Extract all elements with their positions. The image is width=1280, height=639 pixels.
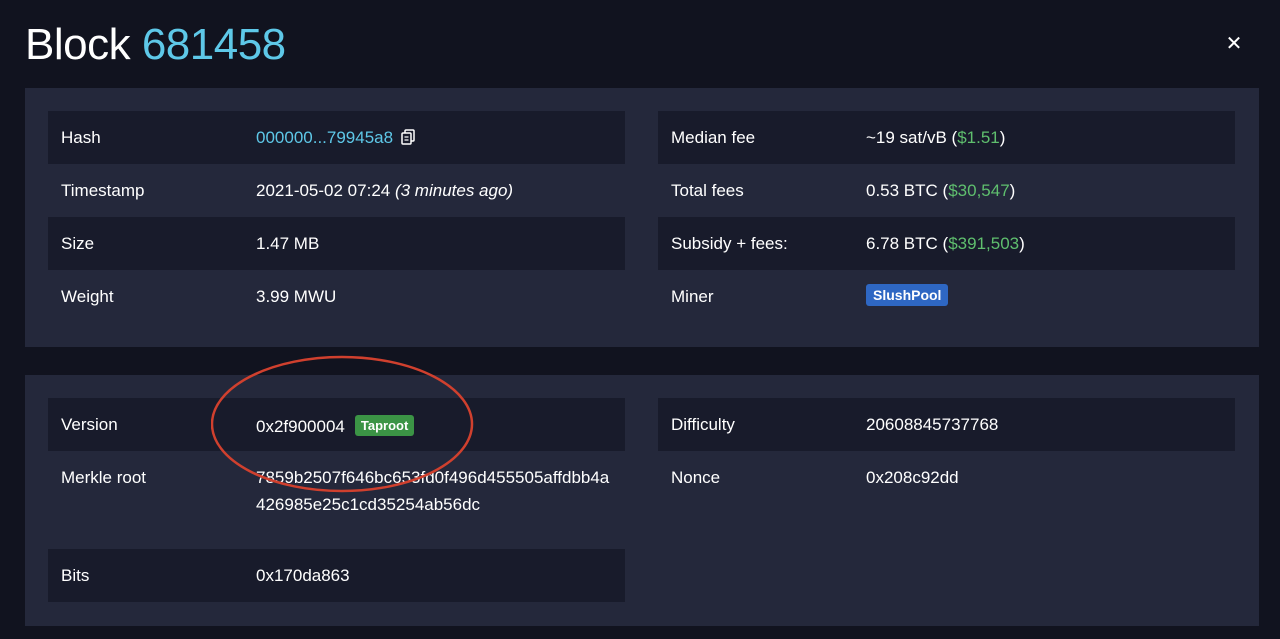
total-fees-label: Total fees [671, 181, 744, 200]
details-right-table: Difficulty 20608845737768 Nonce 0x208c92… [658, 398, 1235, 504]
page-title: Block 681458 [25, 18, 286, 72]
weight-label: Weight [61, 287, 114, 306]
median-fee-row: Median fee ~19 sat/vB ($1.51) [658, 111, 1235, 164]
copy-icon[interactable] [401, 129, 416, 150]
merkle-root-value: 7859b2507f646bc653fd0f496d455505affdbb4a… [256, 468, 610, 514]
difficulty-value: 20608845737768 [866, 415, 999, 434]
row-spacer [48, 523, 625, 549]
timestamp-value: 2021-05-02 07:24 [256, 181, 391, 200]
merkle-root-label: Merkle root [61, 468, 147, 487]
details-left-table: Version 0x2f900004 Taproot Merkle root 78… [48, 398, 625, 602]
subsidy-value: 6.78 BTC [866, 234, 938, 253]
total-fees-fiat: $30,547 [948, 181, 1010, 200]
difficulty-label: Difficulty [671, 415, 735, 434]
overview-left-table: Hash 000000...79945a8 Timestamp 2021-05-… [48, 111, 625, 323]
miner-value-cell: SlushPool [866, 284, 949, 307]
nonce-value: 0x208c92dd [866, 468, 959, 487]
subsidy-row: Subsidy + fees: 6.78 BTC ($391,503) [658, 217, 1235, 270]
bits-value: 0x170da863 [256, 566, 350, 585]
version-label: Version [61, 415, 118, 434]
bits-row: Bits 0x170da863 [48, 549, 625, 602]
miner-label: Miner [671, 287, 714, 306]
difficulty-row: Difficulty 20608845737768 [658, 398, 1235, 451]
timestamp-row: Timestamp 2021-05-02 07:24 (3 minutes ag… [48, 164, 625, 217]
median-fee-fiat: $1.51 [957, 128, 1000, 147]
timestamp-label: Timestamp [61, 181, 145, 200]
version-row: Version 0x2f900004 Taproot [48, 398, 625, 451]
taproot-badge: Taproot [354, 415, 415, 436]
subsidy-fiat: $391,503 [948, 234, 1020, 253]
total-fees-value-cell: 0.53 BTC ($30,547) [866, 181, 1016, 200]
timestamp-value-cell: 2021-05-02 07:24 (3 minutes ago) [256, 181, 513, 201]
miner-badge[interactable]: SlushPool [866, 284, 949, 306]
nonce-row: Nonce 0x208c92dd [658, 451, 1235, 504]
size-value: 1.47 MB [256, 234, 320, 253]
median-fee-label: Median fee [671, 128, 756, 147]
size-label: Size [61, 234, 95, 253]
hash-link[interactable]: 000000...79945a8 [256, 128, 393, 147]
block-details-panel: Version 0x2f900004 Taproot Merkle root 78… [25, 375, 1259, 626]
subsidy-value-cell: 6.78 BTC ($391,503) [866, 234, 1025, 253]
miner-row: Miner SlushPool [658, 270, 1235, 323]
close-icon[interactable]: ✕ [1222, 32, 1246, 56]
version-value: 0x2f900004 [256, 417, 345, 436]
subsidy-label: Subsidy + fees: [671, 234, 788, 253]
median-fee-value: ~19 sat/vB [866, 128, 947, 147]
block-page: Block 681458 ✕ Hash 000000...79945a8 Tim… [0, 0, 1280, 639]
weight-value: 3.99 MWU [256, 287, 337, 306]
median-fee-value-cell: ~19 sat/vB ($1.51) [866, 128, 1006, 147]
version-value-cell: 0x2f900004 Taproot [256, 415, 415, 437]
overview-right-table: Median fee ~19 sat/vB ($1.51) Total fees… [658, 111, 1235, 323]
total-fees-row: Total fees 0.53 BTC ($30,547) [658, 164, 1235, 217]
total-fees-value: 0.53 BTC [866, 181, 938, 200]
weight-row: Weight 3.99 MWU [48, 270, 625, 323]
timestamp-relative: (3 minutes ago) [394, 181, 514, 200]
hash-row: Hash 000000...79945a8 [48, 111, 625, 164]
merkle-root-row: Merkle root 7859b2507f646bc653fd0f496d45… [48, 451, 625, 523]
block-overview-panel: Hash 000000...79945a8 Timestamp 2021-05-… [25, 88, 1259, 347]
nonce-label: Nonce [671, 468, 721, 487]
hash-value-cell: 000000...79945a8 [256, 128, 416, 150]
hash-label: Hash [61, 128, 101, 147]
title-prefix: Block [25, 20, 131, 69]
block-height: 681458 [141, 20, 286, 69]
size-row: Size 1.47 MB [48, 217, 625, 270]
bits-label: Bits [61, 566, 90, 585]
